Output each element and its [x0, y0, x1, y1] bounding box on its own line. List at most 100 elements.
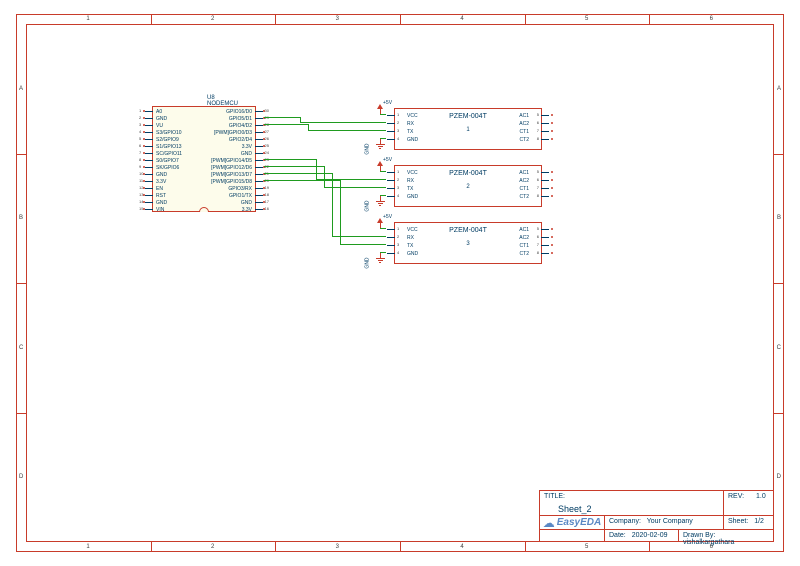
pzem-pin-label: AC2: [519, 178, 529, 184]
pin-stub: [387, 229, 395, 230]
pin-number: 3: [397, 242, 399, 247]
pin-label: RST: [156, 193, 166, 199]
pin-number: 6: [139, 143, 141, 148]
ruler-row: A: [19, 86, 23, 92]
pin-label: [PWM]GPIO0/D3: [214, 130, 252, 136]
pin-number: 8: [537, 193, 539, 198]
pzem-pin-label: GND: [407, 137, 418, 143]
pzem-pin-label: GND: [407, 251, 418, 257]
pin-stub: [145, 132, 153, 133]
pzem-pin-label: CT2: [520, 137, 529, 143]
pzem-pin-label: TX: [407, 186, 413, 192]
nodemcu-title: U8 NODEMCU: [207, 95, 238, 107]
pin-number: 17: [265, 199, 269, 204]
pin-number: 5: [139, 136, 141, 141]
pin-stub: [145, 139, 153, 140]
pzem-pin-label: AC2: [519, 235, 529, 241]
pin-stub: [387, 188, 395, 189]
pin-label: GND: [241, 151, 252, 157]
pin-stub: [145, 167, 153, 168]
pin-stub: [255, 167, 263, 168]
pin-label: GND: [156, 200, 167, 206]
pin-number: 7: [537, 242, 539, 247]
ruler-col: 2: [211, 16, 214, 22]
tb-sheet-value: 1/2: [754, 518, 764, 525]
pin-number: 9: [139, 164, 141, 169]
pin-stub: [255, 202, 263, 203]
pin-stub: [255, 174, 263, 175]
pzem-pin-label: CT1: [520, 186, 529, 192]
easyeda-logo-icon: ☁: [543, 516, 555, 530]
pin-label: SK/GPIO6: [156, 165, 179, 171]
pin-stub: [145, 195, 153, 196]
pin-stub: [255, 111, 263, 112]
tb-company-value: Your Company: [647, 518, 693, 525]
pin-label: 3.3V: [242, 207, 252, 213]
pin-label: EN: [156, 186, 163, 192]
pin-stub: [387, 172, 395, 173]
pin-label: [PWM]GPIO15/D8: [211, 179, 252, 185]
pzem-module: PZEM-004T1VCC1RX2TX3GND4AC15AC26CT17CT28: [394, 108, 542, 150]
pin-label: GND: [156, 172, 167, 178]
ruler-col: 5: [585, 16, 588, 22]
ruler-row: B: [19, 215, 23, 221]
pin-label: GPIO1/TX: [229, 193, 252, 199]
pin-stub: [255, 209, 263, 210]
pin-stub: [541, 229, 549, 230]
pin-number: 30: [265, 108, 269, 113]
ruler-col: 1: [86, 16, 89, 22]
pin-stub: [145, 181, 153, 182]
pin-stub: [255, 181, 263, 182]
pzem-pin-label: CT2: [520, 194, 529, 200]
pzem-pin-label: RX: [407, 235, 414, 241]
ruler-col: 3: [336, 544, 339, 550]
pin-stub: [145, 174, 153, 175]
pin-stub: [145, 153, 153, 154]
pzem-pin-label: AC1: [519, 227, 529, 233]
pzem-pin-label: CT2: [520, 251, 529, 257]
ruler-col: 1: [86, 544, 89, 550]
pin-number: 3: [139, 122, 141, 127]
pin-number: 7: [537, 128, 539, 133]
pin-number: 8: [537, 136, 539, 141]
pin-number: 27: [265, 129, 269, 134]
ruler-col: 4: [460, 16, 463, 22]
pin-label: GPIO5/D1: [229, 116, 252, 122]
pin-stub: [541, 196, 549, 197]
pin-stub: [255, 125, 263, 126]
pin-stub: [255, 160, 263, 161]
pin-stub: [387, 245, 395, 246]
pzem-pin-label: TX: [407, 129, 413, 135]
tb-drawn-value: vishalkargathara: [683, 539, 734, 546]
pin-stub: [145, 209, 153, 210]
pzem-pin-label: AC1: [519, 170, 529, 176]
pzem-module: PZEM-004T3VCC1RX2TX3GND4AC15AC26CT17CT28: [394, 222, 542, 264]
tb-rev-value: 1.0: [756, 493, 766, 500]
pin-stub: [541, 172, 549, 173]
pin-stub: [387, 131, 395, 132]
pin-label: A0: [156, 109, 162, 115]
pin-label: VIN: [156, 207, 164, 213]
pin-number: 2: [397, 177, 399, 182]
easyeda-logo-text: EasyEDA: [557, 517, 601, 528]
pin-stub: [541, 139, 549, 140]
pin-stub: [145, 146, 153, 147]
pin-stub: [387, 123, 395, 124]
pzem-pin-label: CT1: [520, 129, 529, 135]
tb-date-value: 2020-02-09: [632, 532, 668, 539]
nodemcu-body: U8 NODEMCU A01GND2VU3S3/GPIO104S2/GPIO95…: [152, 106, 256, 212]
pin-number: 24: [265, 150, 269, 155]
pin-number: 1: [397, 226, 399, 231]
pin-label: GPIO3/RX: [228, 186, 252, 192]
ruler-col: 3: [336, 16, 339, 22]
pin-number: 7: [139, 150, 141, 155]
pin-stub: [145, 111, 153, 112]
pzem-pin-label: AC2: [519, 121, 529, 127]
pin-stub: [541, 253, 549, 254]
ruler-row: A: [777, 86, 781, 92]
pin-label: SC/GPIO11: [156, 151, 182, 157]
pin-number: 5: [537, 226, 539, 231]
pin-number: 1: [139, 108, 141, 113]
pin-number: 6: [537, 120, 539, 125]
nodemcu-notch: [199, 207, 209, 212]
